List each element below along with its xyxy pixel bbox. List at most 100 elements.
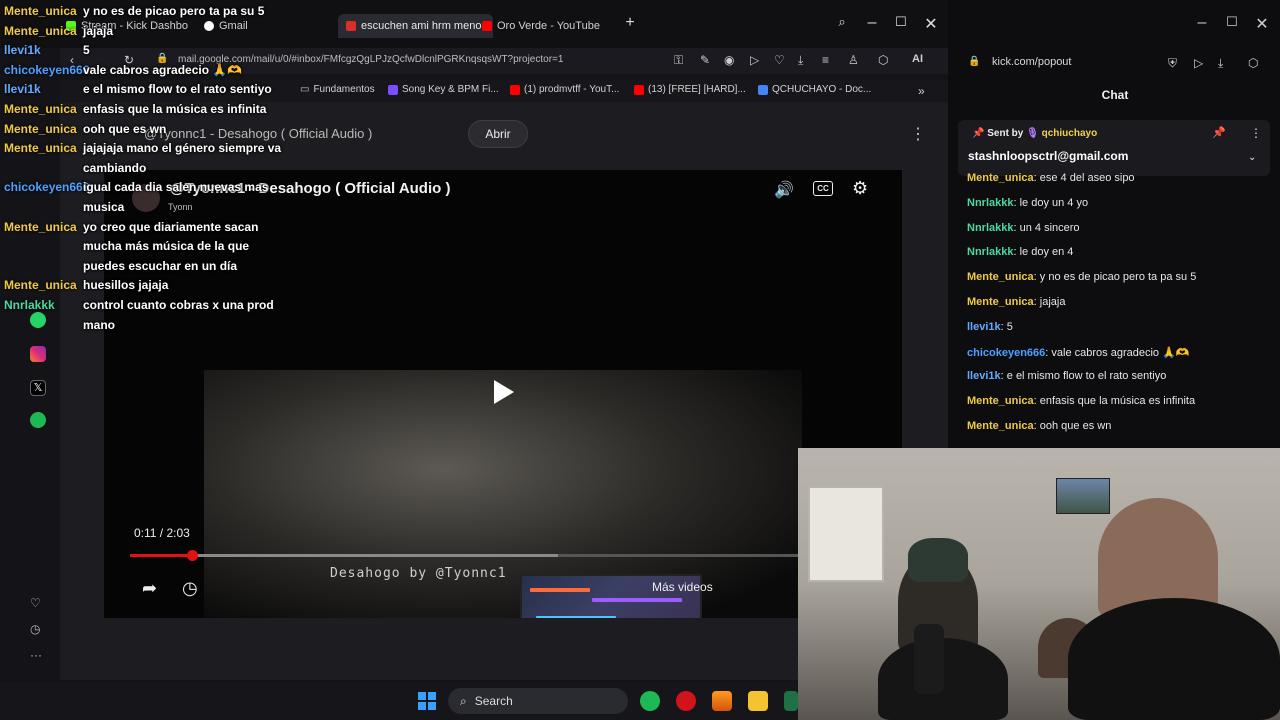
chat-message-row[interactable]: Mente_unica: y no es de picao pero ta pa…	[967, 271, 1196, 283]
overlay-chat-message: jajaja	[83, 23, 114, 38]
share-icon[interactable]: ➦	[142, 578, 157, 599]
download-icon[interactable]: ⤓	[1218, 56, 1223, 71]
windows-start-icon[interactable]	[418, 692, 436, 710]
bookmark-item[interactable]: (13) [FREE] [HARD]...	[634, 84, 746, 95]
bookmark-item[interactable]: QCHUCHAYO - Doc...	[758, 84, 871, 95]
settings-gear-icon[interactable]: ⚙	[852, 178, 868, 199]
menu-icon[interactable]: ≡	[822, 53, 829, 67]
chat-username[interactable]: llevi1k	[967, 321, 1001, 333]
more-options-icon[interactable]: ⋮	[1250, 126, 1262, 140]
more-icon[interactable]: ···	[30, 648, 46, 664]
overlay-chat-user: Mente_unica	[4, 4, 77, 18]
bookmarks-more-button[interactable]: »	[918, 84, 925, 98]
pinned-text: stashnloopsctrl@gmail.com	[968, 149, 1129, 163]
chat-message-row[interactable]: Mente_unica: jajaja	[967, 296, 1065, 308]
chat-username[interactable]: Mente_unica	[967, 395, 1034, 407]
new-tab-button[interactable]: +	[618, 14, 642, 32]
close-button[interactable]: ✕	[1250, 14, 1274, 34]
youtube-icon	[510, 84, 520, 95]
chat-username[interactable]: llevi1k	[967, 370, 1001, 382]
chat-username[interactable]: Mente_unica	[967, 271, 1034, 283]
unpin-icon[interactable]: 📌	[1212, 126, 1226, 139]
chat-message-row[interactable]: Nnrlakkk: un 4 sincero	[967, 222, 1080, 234]
tab-youtube[interactable]: Oro Verde - YouTube	[482, 14, 600, 38]
chat-text: jajaja	[1039, 296, 1066, 308]
opera-taskbar-icon[interactable]	[676, 691, 696, 711]
heart-icon[interactable]: ♡	[774, 53, 785, 67]
chat-username[interactable]: Nnrlakkk	[967, 222, 1013, 234]
chevron-down-icon[interactable]: ⌄	[1248, 152, 1256, 163]
fl-studio-taskbar-icon[interactable]	[712, 691, 732, 711]
chat-username[interactable]: Nnrlakkk	[967, 197, 1013, 209]
overlay-chat-message: igual cada dia salen nuevas mas	[83, 180, 269, 195]
progress-knob[interactable]	[187, 550, 199, 561]
overlay-chat-message: musica	[83, 200, 125, 214]
profile-icon[interactable]: ♙	[848, 53, 859, 67]
overlay-chat-message: control cuanto cobras x una prod	[83, 298, 274, 312]
maximize-button[interactable]: ☐	[889, 14, 913, 30]
instagram-icon[interactable]	[30, 346, 46, 362]
taskbar-search[interactable]: ⌕ Search	[448, 688, 628, 714]
watch-later-icon[interactable]: ◷	[182, 578, 198, 599]
edit-icon[interactable]: ✎	[700, 53, 710, 67]
minimize-button[interactable]: –	[860, 14, 884, 32]
url-field[interactable]: kick.com/popout	[992, 56, 1071, 68]
chat-username[interactable]: Mente_unica	[967, 296, 1034, 308]
overlay-chat-message: cambiando	[83, 160, 147, 175]
search-tabs-icon[interactable]: ⌕	[830, 14, 854, 30]
overlay-chat-message: ooh que es wn	[83, 121, 167, 136]
video-caption: Desahogo by @Tyonnc1	[330, 566, 507, 581]
gmail-icon	[346, 21, 356, 31]
play-icon[interactable]	[494, 380, 514, 404]
spotify-icon[interactable]	[30, 412, 46, 428]
key-icon[interactable]: ⚿	[674, 53, 683, 68]
play-icon[interactable]: ▷	[750, 53, 759, 67]
file-explorer-icon[interactable]	[748, 691, 768, 711]
x-icon[interactable]: 𝕏	[30, 380, 46, 396]
camera-icon[interactable]: ◉	[724, 53, 734, 67]
spotify-taskbar-icon[interactable]	[640, 691, 660, 711]
excel-icon[interactable]	[784, 691, 798, 711]
chat-username[interactable]: Mente_unica	[967, 172, 1034, 184]
chat-message-row[interactable]: llevi1k: e el mismo flow to el rato sent…	[967, 370, 1166, 382]
history-icon[interactable]: ◷	[30, 622, 46, 638]
chat-message-row[interactable]: Nnrlakkk: le doy en 4	[967, 246, 1073, 258]
play-icon[interactable]: ▷	[1194, 56, 1203, 70]
chat-message-row[interactable]: llevi1k: 5	[967, 321, 1013, 333]
bookmark-item[interactable]: Song Key & BPM Fi...	[388, 84, 499, 95]
more-videos-button[interactable]: Más videos	[652, 580, 713, 594]
bookmark-item[interactable]: ▭ Fundamentos	[300, 84, 375, 95]
download-icon[interactable]: ⤓	[798, 53, 803, 68]
pinned-message[interactable]: 📌 Sent by 🎙 qchiuchayo stashnloopsctrl@g…	[958, 120, 1270, 176]
tab-label: Oro Verde - YouTube	[497, 20, 600, 32]
minimize-button[interactable]: –	[1190, 14, 1214, 32]
maximize-button[interactable]: ☐	[1220, 14, 1244, 30]
chat-message-row[interactable]: chicokeyen666: vale cabros agradecio 🙏🫶	[967, 346, 1189, 359]
chat-message-row[interactable]: Nnrlakkk: le doy un 4 yo	[967, 197, 1088, 209]
chat-username[interactable]: Mente_unica	[967, 420, 1034, 432]
extension-icon[interactable]: ⬡	[878, 53, 888, 67]
bookmark-item[interactable]: (1) prodmvtff - YouT...	[510, 84, 619, 95]
shield-icon[interactable]: ⛨	[1168, 56, 1177, 71]
chat-message-row[interactable]: Mente_unica: ese 4 del aseo sipo	[967, 172, 1135, 184]
overlay-chat-user: llevi1k	[4, 43, 41, 58]
close-button[interactable]: ✕	[919, 14, 943, 34]
chat-message-row[interactable]: Mente_unica: enfasis que la música es in…	[967, 395, 1195, 407]
extension-icon[interactable]: ⬡	[1248, 56, 1258, 70]
chat-username[interactable]: Nnrlakkk	[967, 246, 1013, 258]
ai-button[interactable]: AI	[912, 53, 923, 65]
pin-icon: 📌	[972, 128, 985, 139]
chat-message-row[interactable]: Mente_unica: ooh que es wn	[967, 420, 1111, 432]
overlay-chat-message: enfasis que la música es infinita	[83, 102, 267, 116]
more-options-icon[interactable]: ⋮	[910, 124, 926, 144]
chat-username[interactable]: chicokeyen666	[967, 347, 1045, 359]
captions-button[interactable]: CC	[813, 181, 833, 196]
chat-text: ooh que es wn	[1039, 420, 1112, 432]
progress-bar[interactable]	[130, 550, 820, 561]
heart-icon[interactable]: ♡	[30, 596, 46, 612]
overlay-chat-message: mano	[83, 317, 116, 332]
volume-icon[interactable]: 🔊	[774, 180, 794, 200]
open-button[interactable]: Abrir	[468, 120, 528, 148]
folder-icon: ▭	[300, 84, 310, 95]
tab-active-email[interactable]: escuchen ami hrm menor	[338, 14, 494, 38]
